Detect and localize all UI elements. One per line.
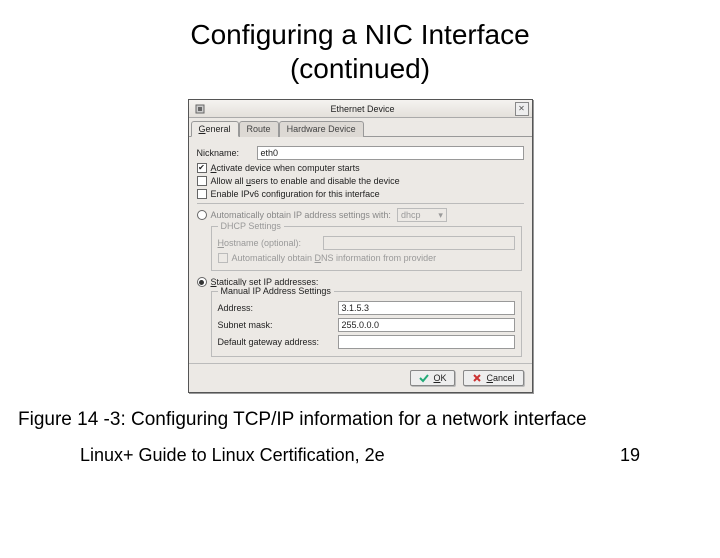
subnet-row: Subnet mask: 255.0.0.0 bbox=[218, 318, 515, 332]
ipv6-checkbox[interactable] bbox=[197, 189, 207, 199]
dialog-title: Ethernet Device bbox=[211, 104, 515, 114]
general-panel: Nickname: eth0 ✔ Activate device when co… bbox=[189, 137, 532, 363]
activate-label: Activate device when computer starts bbox=[211, 163, 360, 173]
manual-ip-legend: Manual IP Address Settings bbox=[218, 286, 334, 296]
address-label: Address: bbox=[218, 303, 338, 313]
tab-hardware-device[interactable]: Hardware Device bbox=[279, 121, 364, 137]
subnet-input[interactable]: 255.0.0.0 bbox=[338, 318, 515, 332]
ip-mode-combo[interactable]: dhcp ▾ bbox=[397, 208, 447, 222]
auto-ip-label: Automatically obtain IP address settings… bbox=[211, 210, 391, 220]
close-button[interactable]: ✕ bbox=[515, 102, 529, 116]
nickname-label: Nickname: bbox=[197, 148, 257, 158]
hostname-row: Hostname (optional): bbox=[218, 236, 515, 250]
cancel-button[interactable]: Cancel bbox=[463, 370, 523, 386]
auto-dns-row: Automatically obtain DNS information fro… bbox=[218, 253, 515, 263]
manual-ip-fieldset: Manual IP Address Settings Address: 3.1.… bbox=[211, 291, 522, 357]
auto-ip-row: Automatically obtain IP address settings… bbox=[197, 208, 524, 222]
activate-row: ✔ Activate device when computer starts bbox=[197, 163, 524, 173]
subnet-label: Subnet mask: bbox=[218, 320, 338, 330]
slide-title: Configuring a NIC Interface (continued) bbox=[0, 18, 720, 85]
button-bar: OK Cancel bbox=[189, 363, 532, 392]
gateway-input[interactable] bbox=[338, 335, 515, 349]
app-icon bbox=[193, 102, 207, 116]
nickname-input[interactable]: eth0 bbox=[257, 146, 524, 160]
ok-icon bbox=[419, 373, 429, 383]
slide-footer: Linux+ Guide to Linux Certification, 2e … bbox=[80, 445, 640, 466]
book-title: Linux+ Guide to Linux Certification, 2e bbox=[80, 445, 385, 466]
auto-dns-checkbox bbox=[218, 253, 228, 263]
auto-dns-label: Automatically obtain DNS information fro… bbox=[232, 253, 437, 263]
close-icon: ✕ bbox=[518, 104, 525, 113]
slide-title-line2: (continued) bbox=[0, 52, 720, 86]
ipv6-row: Enable IPv6 configuration for this inter… bbox=[197, 189, 524, 199]
static-ip-radio[interactable] bbox=[197, 277, 207, 287]
tab-route[interactable]: Route bbox=[239, 121, 279, 137]
auto-ip-radio[interactable] bbox=[197, 210, 207, 220]
hostname-label: Hostname (optional): bbox=[218, 238, 323, 248]
tab-bar: General Route Hardware Device bbox=[189, 118, 532, 137]
gateway-row: Default gateway address: bbox=[218, 335, 515, 349]
ok-button[interactable]: OK bbox=[410, 370, 455, 386]
ethernet-device-dialog: Ethernet Device ✕ General Route Hardware… bbox=[188, 99, 533, 393]
dhcp-fieldset: DHCP Settings Hostname (optional): Autom… bbox=[211, 226, 522, 271]
chevron-down-icon: ▾ bbox=[438, 210, 443, 221]
titlebar: Ethernet Device ✕ bbox=[189, 100, 532, 118]
gateway-label: Default gateway address: bbox=[218, 337, 338, 347]
nickname-row: Nickname: eth0 bbox=[197, 146, 524, 160]
dhcp-legend: DHCP Settings bbox=[218, 221, 284, 231]
slide-title-line1: Configuring a NIC Interface bbox=[0, 18, 720, 52]
activate-checkbox[interactable]: ✔ bbox=[197, 163, 207, 173]
tab-general[interactable]: General bbox=[191, 121, 239, 137]
allow-users-checkbox[interactable] bbox=[197, 176, 207, 186]
allow-users-row: Allow all users to enable and disable th… bbox=[197, 176, 524, 186]
address-row: Address: 3.1.5.3 bbox=[218, 301, 515, 315]
cancel-icon bbox=[472, 373, 482, 383]
page-number: 19 bbox=[620, 445, 640, 466]
hostname-input bbox=[323, 236, 515, 250]
ipv6-label: Enable IPv6 configuration for this inter… bbox=[211, 189, 380, 199]
address-input[interactable]: 3.1.5.3 bbox=[338, 301, 515, 315]
figure-caption: Figure 14 -3: Configuring TCP/IP informa… bbox=[18, 409, 702, 431]
separator bbox=[197, 203, 524, 204]
allow-users-label: Allow all users to enable and disable th… bbox=[211, 176, 400, 186]
